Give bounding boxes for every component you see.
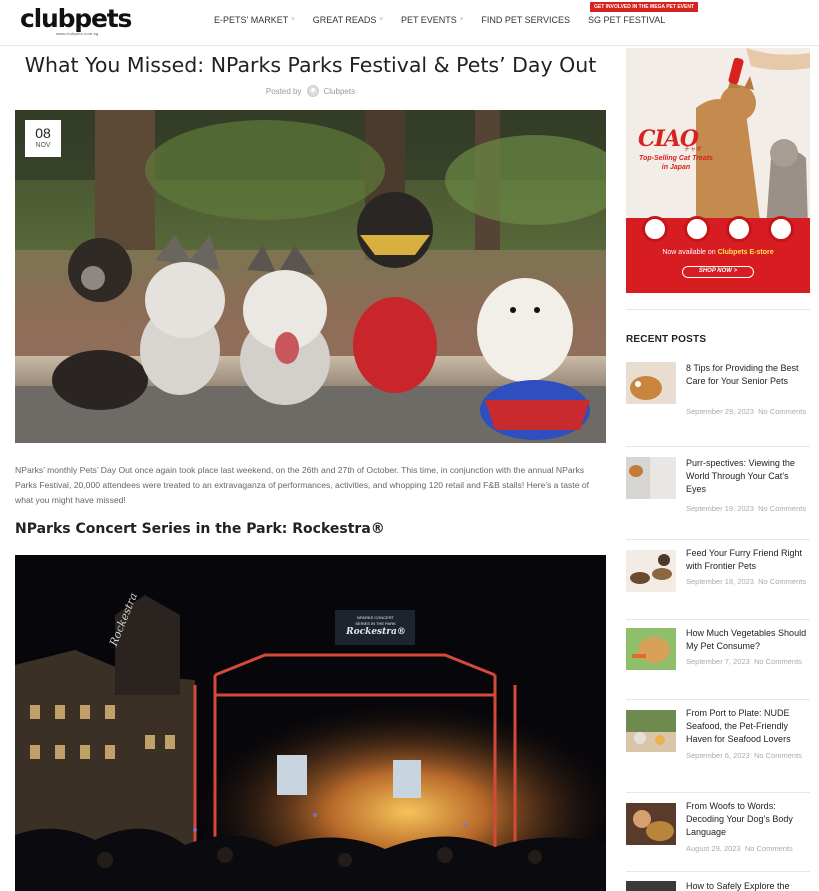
nav-item-find-pet-services[interactable]: FIND PET SERVICES bbox=[481, 15, 570, 25]
thumb-seafood bbox=[626, 710, 676, 752]
post-date: August 29, 2023 bbox=[686, 844, 741, 853]
post-meta: September 29, 2023 No Comments bbox=[686, 405, 810, 418]
post-meta: September 18, 2023 No Comments bbox=[686, 575, 810, 588]
post-thumbnail[interactable] bbox=[626, 628, 676, 670]
ad-store-line: Now available on Clubpets E-store bbox=[626, 249, 810, 256]
nav-item-sg-pet-festival[interactable]: SG PET FESTIVAL bbox=[588, 15, 665, 25]
nav-label: FIND PET SERVICES bbox=[481, 15, 571, 25]
post-comments[interactable]: No Comments bbox=[758, 407, 806, 416]
stage-banner-line2: SERIES IN THE PARK bbox=[355, 621, 396, 626]
nav-label: SG PET FESTIVAL bbox=[588, 15, 666, 25]
list-item: How Much Vegetables Should My Pet Consum… bbox=[626, 619, 810, 699]
post-thumbnail[interactable] bbox=[626, 881, 676, 891]
post-comments[interactable]: No Comments bbox=[758, 577, 806, 586]
nav-label: GREAT READS bbox=[312, 15, 377, 25]
chevron-down-icon: ˅ bbox=[379, 17, 383, 23]
promo-badge[interactable]: GET INVOLVED IN THE MEGA PET EVENT bbox=[590, 2, 699, 12]
product-icon bbox=[684, 216, 710, 242]
thumb-dog-body-language bbox=[626, 803, 676, 845]
nav-label: PET EVENTS bbox=[400, 15, 457, 25]
posted-by-label: Posted by bbox=[265, 86, 302, 96]
stage-banner-line1: NPARKS CONCERT bbox=[357, 615, 394, 620]
date-day: 08 bbox=[35, 125, 51, 141]
ad-tagline: Top-Selling Cat Treats in Japan bbox=[639, 155, 713, 171]
post-thumbnail[interactable] bbox=[626, 550, 676, 592]
post-date: September 29, 2023 bbox=[686, 407, 754, 416]
post-link[interactable]: How Much Vegetables Should My Pet Consum… bbox=[686, 627, 810, 653]
post-meta: September 6, 2023 No Comments bbox=[686, 749, 810, 762]
main-nav: E-PETS' MARKET ˅ GREAT READS ˅ PET EVENTS ˅… bbox=[214, 15, 683, 25]
ad-store-prefix: Now available on bbox=[662, 249, 718, 256]
shop-now-button[interactable]: SHOP NOW > bbox=[682, 266, 754, 278]
ad-store-name: Clubpets E-store bbox=[717, 249, 774, 256]
chevron-down-icon: ˅ bbox=[291, 17, 295, 23]
divider bbox=[626, 309, 810, 310]
post-date: September 6, 2023 bbox=[686, 751, 750, 760]
chevron-down-icon: ˅ bbox=[459, 17, 464, 23]
byline: Posted by Clubpets bbox=[15, 85, 606, 97]
thumb-cat bbox=[626, 457, 676, 499]
site-logo[interactable]: clubpets www.clubpets.com.sg bbox=[20, 4, 132, 37]
list-item: Feed Your Furry Friend Right with Fronti… bbox=[626, 539, 810, 619]
page-title: What You Missed: NParks Parks Festival &… bbox=[24, 53, 597, 77]
concert-image: NPARKS CONCERT SERIES IN THE PARK Rockes… bbox=[15, 555, 606, 891]
article-intro: NParks’ monthly Pets’ Day Out once again… bbox=[15, 465, 590, 505]
logo-wordmark: clubpets bbox=[20, 4, 132, 33]
date-badge: 08 NOV bbox=[25, 120, 61, 157]
post-date: September 19, 2023 bbox=[686, 504, 754, 513]
list-item: Purr-spectives: Viewing the World Throug… bbox=[626, 446, 810, 539]
list-item: From Woofs to Words: Decoding Your Dog’s… bbox=[626, 792, 810, 871]
list-item: From Port to Plate: NUDE Seafood, the Pe… bbox=[626, 699, 810, 792]
nav-label: E-PETS' MARKET bbox=[214, 15, 289, 25]
post-meta: August 29, 2023 No Comments bbox=[686, 842, 810, 855]
site-header: clubpets www.clubpets.com.sg E-PETS' MAR… bbox=[0, 0, 819, 46]
date-month: NOV bbox=[35, 142, 51, 149]
nav-item-pet-events[interactable]: PET EVENTS ˅ bbox=[401, 15, 463, 25]
post-link[interactable]: From Woofs to Words: Decoding Your Dog’s… bbox=[686, 800, 810, 839]
post-link[interactable]: 8 Tips for Providing the Best Care for Y… bbox=[686, 362, 810, 388]
post-link[interactable]: From Port to Plate: NUDE Seafood, the Pe… bbox=[686, 707, 810, 746]
recent-posts-heading: RECENT POSTS bbox=[626, 334, 707, 345]
product-icon bbox=[642, 216, 668, 242]
nav-item-epets-market[interactable]: E-PETS' MARKET ˅ bbox=[214, 15, 295, 25]
thumb-pet-food bbox=[626, 550, 676, 592]
ad-brand-jp: チャオ bbox=[684, 147, 702, 153]
post-date: September 7, 2023 bbox=[686, 657, 750, 666]
post-comments[interactable]: No Comments bbox=[758, 504, 806, 513]
ad-products bbox=[626, 216, 810, 246]
post-meta: September 7, 2023 No Comments bbox=[686, 655, 810, 668]
list-item: 8 Tips for Providing the Best Care for Y… bbox=[626, 360, 810, 446]
thumb-dog-vegetables bbox=[626, 628, 676, 670]
post-link[interactable]: How to Safely Explore the bbox=[686, 880, 810, 891]
section-heading: NParks Concert Series in the Park: Rocke… bbox=[15, 521, 385, 537]
avatar bbox=[306, 85, 319, 97]
post-thumbnail[interactable] bbox=[626, 803, 676, 845]
concert-photo bbox=[15, 555, 606, 891]
post-date: September 18, 2023 bbox=[686, 577, 754, 586]
ad-banner[interactable]: CIAO チャオ Top-Selling Cat Treats in Japan… bbox=[626, 48, 810, 293]
post-comments[interactable]: No Comments bbox=[745, 844, 793, 853]
list-item: How to Safely Explore the bbox=[626, 871, 810, 891]
product-icon bbox=[768, 216, 794, 242]
thumb-senior-dog bbox=[626, 362, 676, 404]
post-thumbnail[interactable] bbox=[626, 457, 676, 499]
post-thumbnail[interactable] bbox=[626, 710, 676, 752]
dogs-photo bbox=[15, 110, 606, 443]
hero-image: 08 NOV bbox=[15, 110, 606, 443]
post-thumbnail[interactable] bbox=[626, 362, 676, 404]
nav-item-great-reads[interactable]: GREAT READS ˅ bbox=[313, 15, 383, 25]
author-link[interactable]: Clubpets bbox=[324, 87, 356, 96]
product-icon bbox=[726, 216, 752, 242]
post-meta: September 19, 2023 No Comments bbox=[686, 502, 810, 515]
post-link[interactable]: Feed Your Furry Friend Right with Fronti… bbox=[686, 547, 810, 573]
post-comments[interactable]: No Comments bbox=[754, 751, 802, 760]
article: What You Missed: NParks Parks Festival &… bbox=[15, 46, 606, 891]
stage-banner-logo: Rockestra® bbox=[346, 627, 406, 637]
post-link[interactable]: Purr-spectives: Viewing the World Throug… bbox=[686, 457, 810, 496]
post-comments[interactable]: No Comments bbox=[754, 657, 802, 666]
